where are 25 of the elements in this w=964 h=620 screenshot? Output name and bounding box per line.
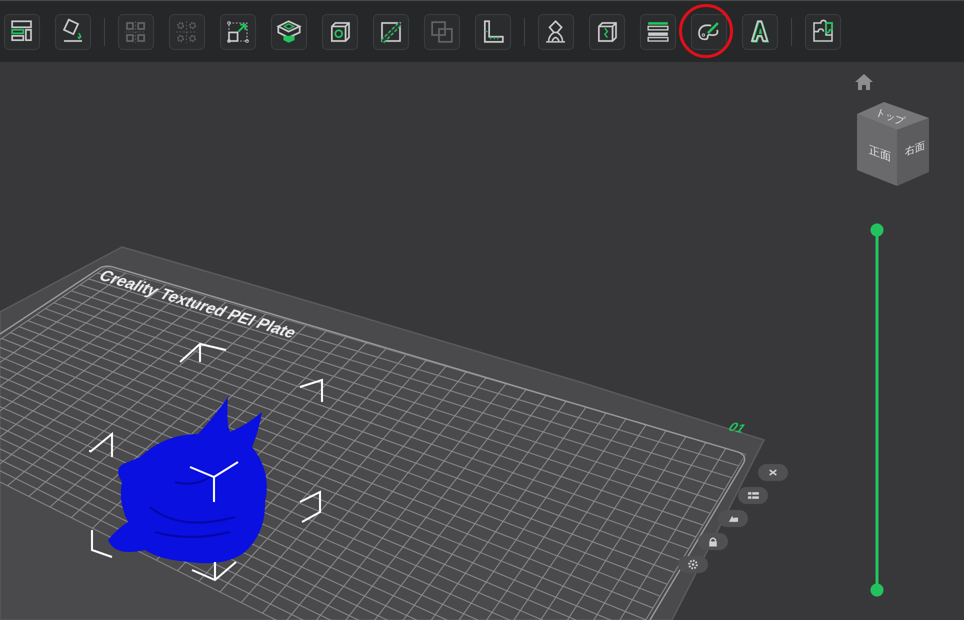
cube-face-label: トップ xyxy=(874,106,906,129)
plate-button[interactable] xyxy=(738,487,768,504)
plate-button[interactable] xyxy=(718,510,748,527)
plate-name: Creality Textured PEI Plate xyxy=(94,268,300,342)
toolbar-button[interactable] xyxy=(640,14,676,50)
toolbar-button[interactable] xyxy=(691,14,727,50)
layer-slider[interactable] xyxy=(870,224,884,596)
plate-button[interactable] xyxy=(758,464,788,481)
toolbar-button[interactable] xyxy=(55,14,91,50)
toolbar-button[interactable] xyxy=(220,14,256,50)
plate-number: 01 xyxy=(725,419,750,436)
plate-button[interactable] xyxy=(698,533,728,550)
toolbar-button[interactable] xyxy=(271,14,307,50)
plate-button[interactable] xyxy=(678,556,708,573)
toolbar-button[interactable] xyxy=(742,14,778,50)
home-icon[interactable] xyxy=(854,73,874,91)
toolbar-button[interactable] xyxy=(589,14,625,50)
toolbar-button[interactable] xyxy=(538,14,574,50)
toolbar-button[interactable] xyxy=(805,14,841,50)
cube-face-label: 右面 xyxy=(905,139,925,160)
toolbar-button[interactable] xyxy=(475,14,511,50)
toolbar-button[interactable] xyxy=(373,14,409,50)
toolbar-button[interactable] xyxy=(322,14,358,50)
toolbar-button[interactable] xyxy=(4,14,40,50)
cube-face-label: 正面 xyxy=(869,143,891,165)
